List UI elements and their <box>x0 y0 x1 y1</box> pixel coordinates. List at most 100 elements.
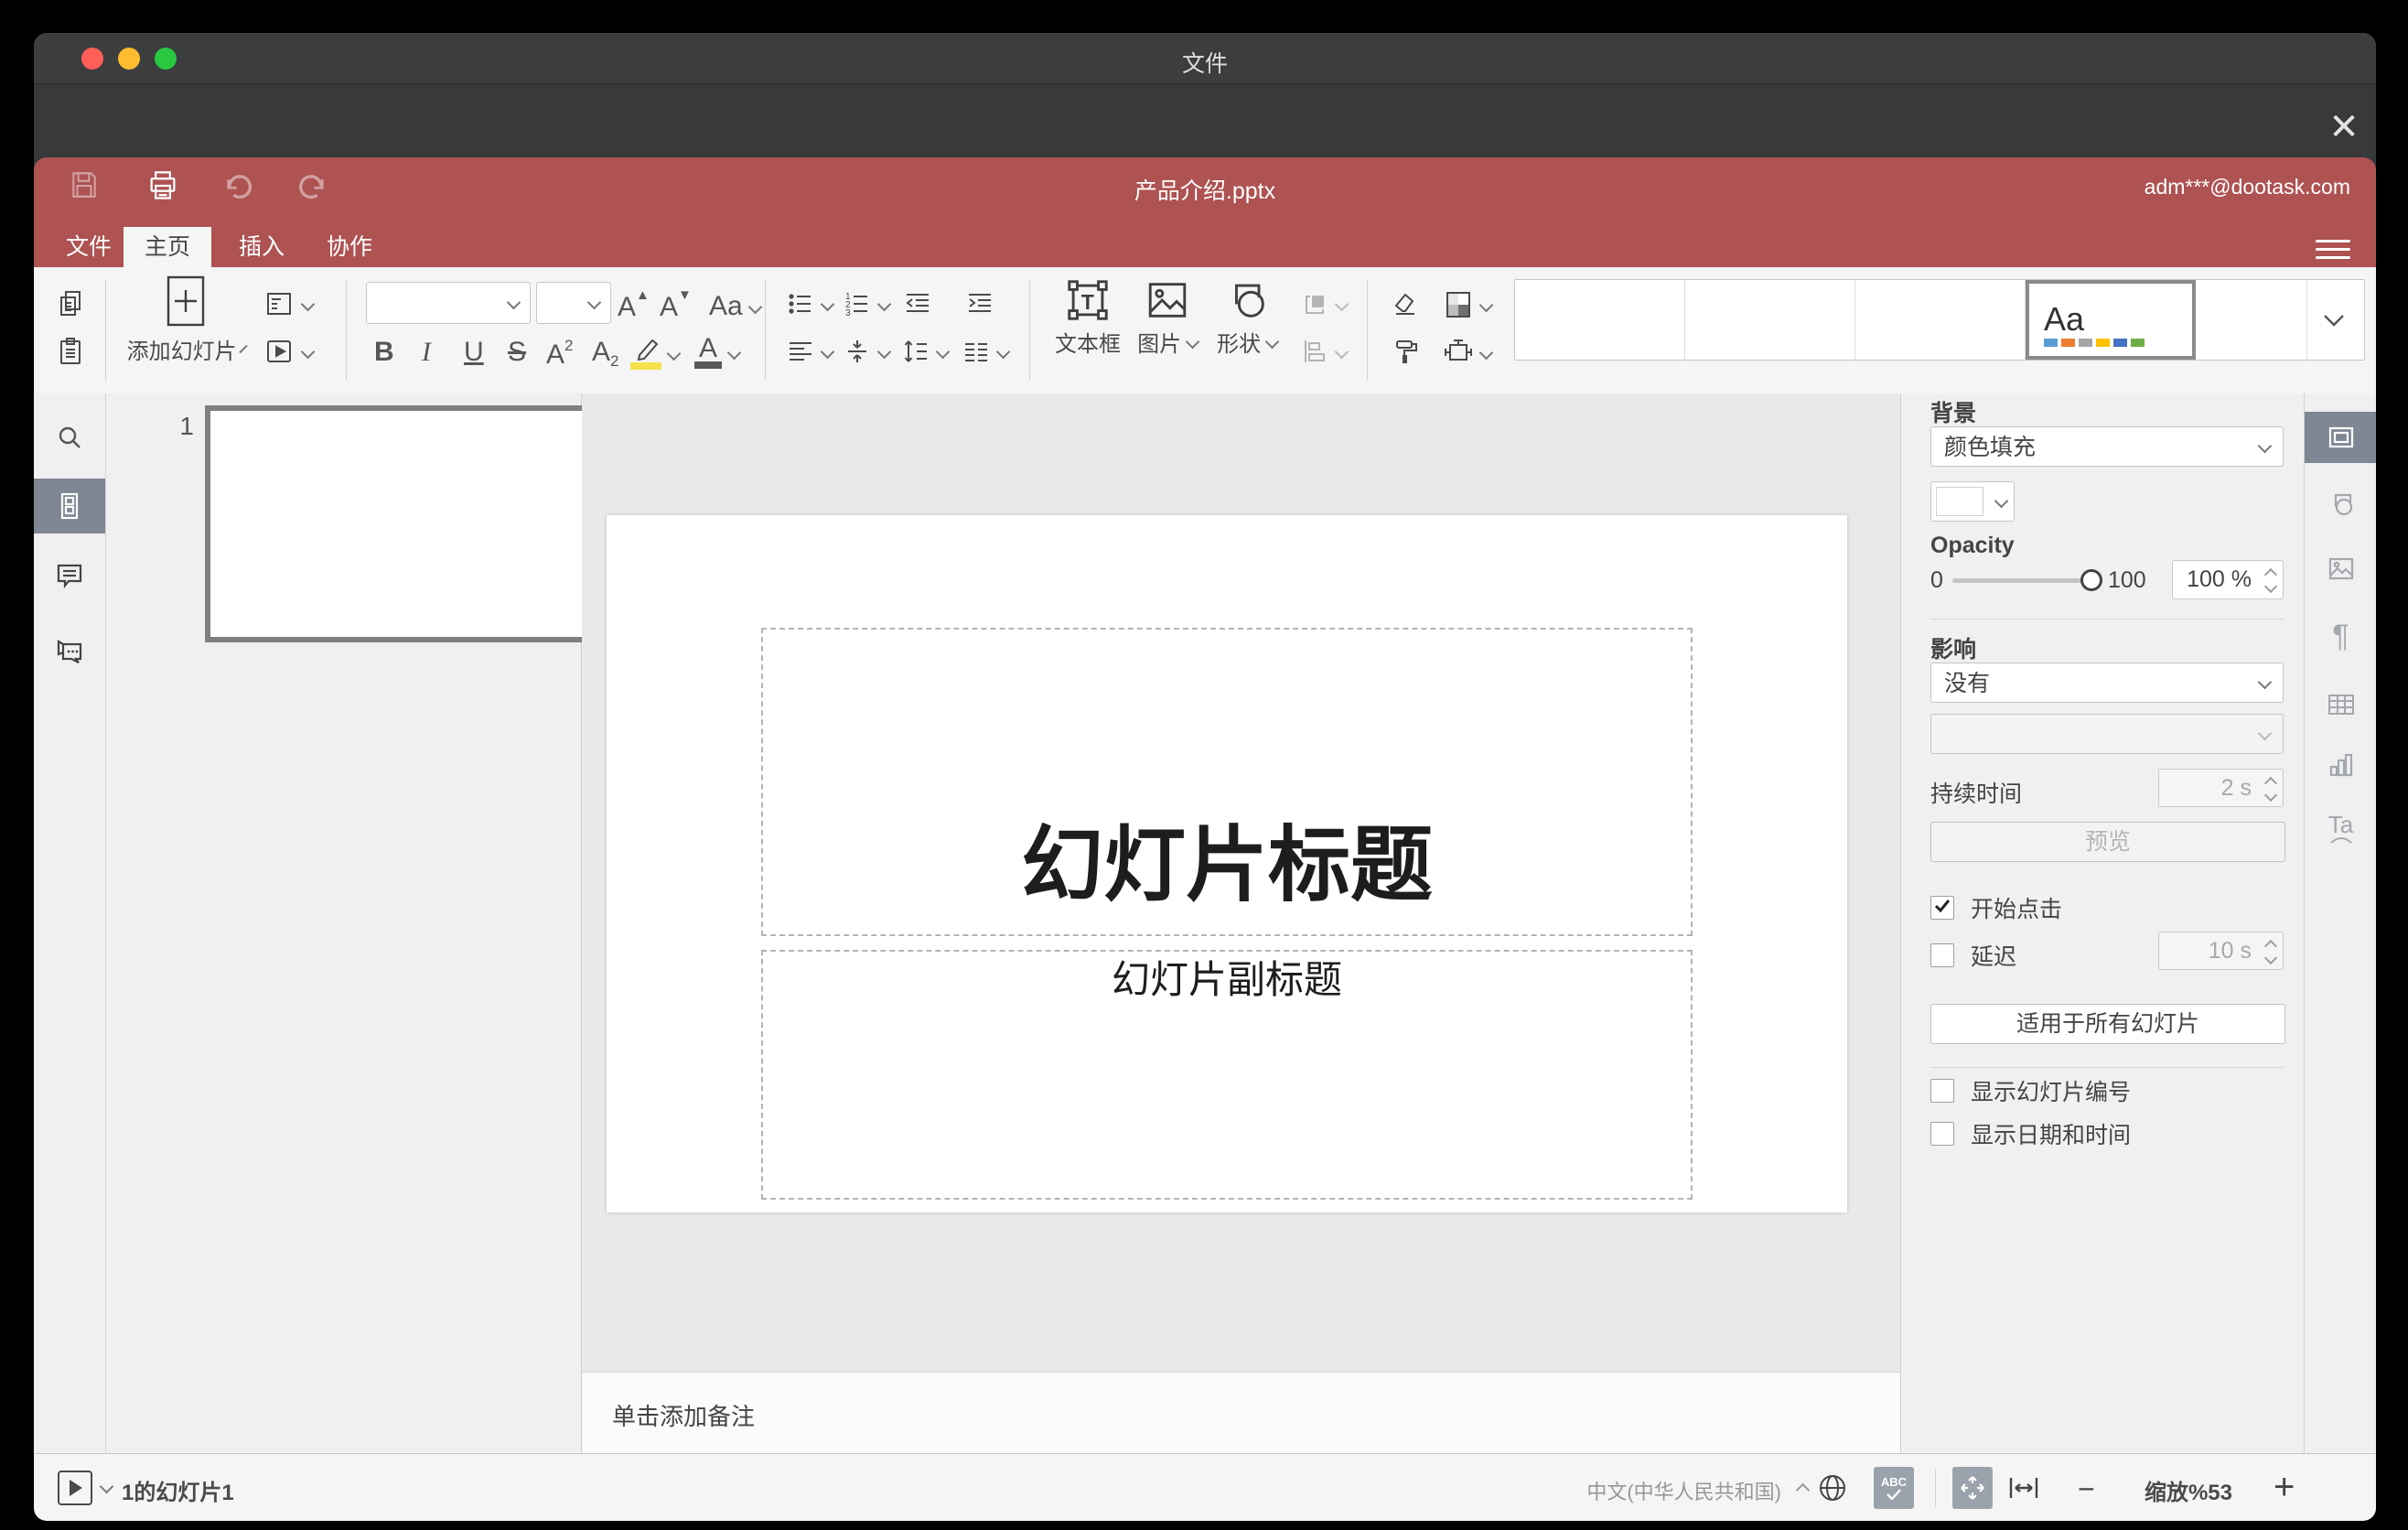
slide-thumbnail-number: 1 <box>179 412 194 440</box>
text-box-button[interactable]: T 文本框 <box>1046 276 1130 358</box>
strikethrough-icon[interactable]: S <box>508 337 526 368</box>
apply-to-all-slides-button[interactable]: 适用于所有幻灯片 <box>1930 1004 2285 1044</box>
align-shape-icon[interactable] <box>1300 337 1349 366</box>
left-sidebar <box>34 393 106 1453</box>
numbered-list-icon[interactable]: 123 <box>843 289 892 318</box>
slide[interactable]: 幻灯片标题 幻灯片副标题 <box>607 515 1847 1212</box>
duration-spinner: 2 s <box>2158 769 2284 807</box>
start-slideshow-status-button[interactable] <box>58 1471 92 1505</box>
opacity-slider-thumb[interactable] <box>2080 569 2102 591</box>
theme-cell[interactable] <box>1685 280 1855 360</box>
theme-cell[interactable] <box>1855 280 2026 360</box>
theme-cell-selected[interactable]: Aa <box>2026 280 2196 360</box>
shape-settings-icon[interactable] <box>2305 478 2376 529</box>
delay-checkbox[interactable] <box>1930 943 1954 967</box>
document-title: 产品介绍.pptx <box>1134 178 1276 204</box>
slide-size-icon[interactable] <box>1443 337 1494 368</box>
font-name-select[interactable] <box>366 282 531 324</box>
tab-collaboration[interactable]: 协作 <box>310 227 389 267</box>
background-fill-select[interactable]: 颜色填充 <box>1930 426 2284 467</box>
font-color-icon[interactable]: A <box>694 335 742 369</box>
fit-to-width-button[interactable] <box>2007 1472 2040 1503</box>
slides-panel-icon[interactable] <box>34 479 105 533</box>
slide-canvas[interactable]: 幻灯片标题 幻灯片副标题 <box>582 393 1900 1372</box>
globe-icon[interactable] <box>1816 1471 1849 1504</box>
show-slide-number-checkbox[interactable] <box>1930 1079 1954 1103</box>
theme-gallery-expand-button[interactable] <box>2307 280 2360 360</box>
horizontal-align-icon[interactable] <box>786 337 835 366</box>
delay-row[interactable]: 延迟 <box>1930 939 2016 972</box>
vertical-align-icon[interactable] <box>843 337 892 366</box>
tab-insert[interactable]: 插入 <box>222 227 301 267</box>
copy-style-icon[interactable] <box>1390 337 1421 366</box>
comments-icon[interactable] <box>34 548 105 603</box>
effect-select[interactable]: 没有 <box>1930 663 2284 703</box>
bullet-list-icon[interactable] <box>786 289 835 318</box>
insert-shape-button[interactable]: 形状 <box>1207 276 1287 358</box>
decrease-font-icon[interactable]: A▼ <box>660 287 692 323</box>
shape-label: 形状 <box>1217 332 1262 357</box>
paste-icon[interactable] <box>56 337 85 366</box>
theme-cell[interactable] <box>2196 280 2307 360</box>
copy-icon[interactable] <box>56 289 85 318</box>
search-icon[interactable] <box>34 410 105 465</box>
slide-subtitle-placeholder[interactable]: 幻灯片副标题 <box>761 950 1693 1200</box>
slide-title-placeholder[interactable]: 幻灯片标题 <box>761 628 1693 936</box>
close-icon[interactable]: ✕ <box>2321 104 2367 150</box>
add-slide-label: 添加幻灯片 <box>126 339 237 364</box>
slide-settings-panel: 背景 颜色填充 Opacity 0 100 100 % 影响 没有 持续时间 2… <box>1900 393 2304 1453</box>
underline-icon[interactable]: U <box>464 337 484 368</box>
spell-check-toggle[interactable]: ABC <box>1874 1467 1914 1509</box>
start-on-click-checkbox[interactable] <box>1930 896 1954 920</box>
zoom-out-button[interactable]: − <box>2078 1472 2095 1506</box>
slide-thumbnail[interactable] <box>205 405 619 642</box>
superscript-icon[interactable]: A2 <box>546 337 573 371</box>
subscript-icon[interactable]: A2 <box>592 337 618 371</box>
language-selector[interactable]: 中文(中华人民共和国) <box>1516 1476 1781 1505</box>
chat-icon[interactable] <box>34 624 105 679</box>
italic-icon[interactable]: I <box>422 337 431 368</box>
columns-icon[interactable] <box>962 337 1011 366</box>
slide-layout-button[interactable] <box>264 289 316 318</box>
show-date-time-checkbox[interactable] <box>1930 1122 1954 1146</box>
show-date-time-row[interactable]: 显示日期和时间 <box>1930 1117 2131 1150</box>
change-case-icon[interactable]: Aa <box>709 291 763 322</box>
table-settings-icon[interactable] <box>2305 679 2376 730</box>
line-spacing-icon[interactable] <box>901 337 951 366</box>
tab-file[interactable]: 文件 <box>54 227 124 267</box>
chevron-down-icon <box>586 295 602 310</box>
spinner-down-icon <box>2263 788 2278 803</box>
show-slide-number-row[interactable]: 显示幻灯片编号 <box>1930 1074 2131 1107</box>
start-on-click-row[interactable]: 开始点击 <box>1930 891 2062 924</box>
chevron-down-icon[interactable] <box>99 1479 114 1494</box>
fit-to-slide-button[interactable] <box>1952 1467 1993 1509</box>
spinner-down-icon[interactable] <box>2263 579 2278 594</box>
bold-icon[interactable]: B <box>374 337 394 368</box>
background-color-picker[interactable] <box>1930 481 2015 522</box>
font-size-select[interactable] <box>536 282 611 324</box>
start-slideshow-button[interactable] <box>264 337 316 366</box>
highlight-color-icon[interactable] <box>630 337 682 370</box>
increase-indent-icon[interactable] <box>965 289 994 318</box>
theme-cell[interactable] <box>1515 280 1685 360</box>
decrease-indent-icon[interactable] <box>903 289 932 318</box>
increase-font-icon[interactable]: A▲ <box>618 287 650 323</box>
paragraph-settings-icon[interactable]: ¶ <box>2305 610 2376 662</box>
color-schemes-icon[interactable] <box>1443 289 1494 320</box>
zoom-in-button[interactable]: + <box>2274 1467 2295 1508</box>
chart-settings-icon[interactable] <box>2305 739 2376 791</box>
tab-home[interactable]: 主页 <box>124 227 211 267</box>
add-slide-button[interactable]: 添加幻灯片 <box>127 275 248 365</box>
notes-area[interactable]: 单击添加备注 <box>582 1372 1900 1454</box>
effect-label: 影响 <box>1930 637 1977 663</box>
right-icon-strip: ¶ Ta <box>2304 393 2376 1453</box>
slide-settings-icon[interactable] <box>2305 412 2376 463</box>
opacity-spinner[interactable]: 100 % <box>2172 560 2284 599</box>
image-settings-icon[interactable] <box>2305 543 2376 594</box>
opacity-slider-track[interactable] <box>1952 578 2088 583</box>
arrange-shape-icon[interactable] <box>1300 289 1349 318</box>
text-art-settings-icon[interactable]: Ta <box>2305 803 2376 855</box>
insert-image-button[interactable]: 图片 <box>1128 276 1207 358</box>
clear-style-icon[interactable] <box>1390 289 1421 318</box>
window-title: 文件 <box>1181 51 1228 77</box>
